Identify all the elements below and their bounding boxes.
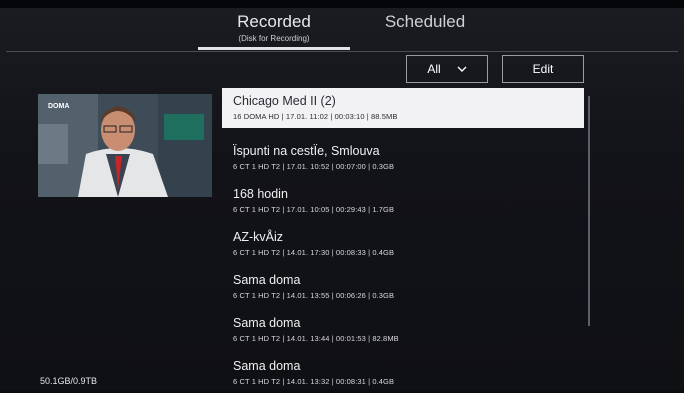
recording-title: AZ-kvÅiz (233, 230, 283, 244)
recording-details: 6 CT 1 HD T2 | 14.01. 13:55 | 00:06:26 |… (233, 291, 395, 300)
edit-button-label: Edit (532, 62, 554, 76)
recording-details: 6 CT 1 HD T2 | 17.01. 10:05 | 00:29:43 |… (233, 205, 395, 214)
recording-title: 168 hodin (233, 187, 288, 201)
tab-recorded[interactable]: Recorded (Disk for Recording) (212, 12, 336, 43)
recording-title: Sama doma (233, 273, 301, 287)
recordings-screen: Recorded (Disk for Recording) Scheduled … (0, 8, 684, 390)
tv-bezel (0, 0, 684, 8)
filter-value: All (427, 62, 441, 76)
active-tab-indicator (198, 47, 350, 50)
recording-details: 6 CT 1 HD T2 | 14.01. 13:44 | 00:01:53 |… (233, 334, 399, 343)
tab-scheduled-label: Scheduled (384, 12, 466, 31)
storage-usage: 50.1GB/0.9TB (40, 376, 98, 386)
recording-item[interactable]: Sama doma 6 CT 1 HD T2 | 14.01. 13:44 | … (222, 310, 584, 350)
recording-details: 6 CT 1 HD T2 | 14.01. 13:32 | 00:08:31 |… (233, 377, 395, 386)
tab-recorded-sublabel: (Disk for Recording) (238, 34, 310, 43)
tab-bar: Recorded (Disk for Recording) Scheduled (0, 8, 684, 52)
header-divider (6, 51, 678, 52)
channel-logo: DOMA (48, 103, 69, 110)
recording-details: 6 CT 1 HD T2 | 14.01. 17:30 | 00:08:33 |… (233, 248, 395, 257)
recording-title: Chicago Med II (2) (233, 94, 336, 108)
edit-button[interactable]: Edit (502, 55, 584, 83)
list-scrollbar[interactable] (588, 96, 590, 326)
filter-dropdown[interactable]: All (406, 55, 488, 83)
recording-item[interactable]: Chicago Med II (2) 16 DOMA HD | 17.01. 1… (222, 88, 584, 128)
recording-item[interactable]: Sama doma 6 CT 1 HD T2 | 14.01. 13:32 | … (222, 353, 584, 393)
recording-item[interactable]: 168 hodin 6 CT 1 HD T2 | 17.01. 10:05 | … (222, 181, 584, 221)
chevron-down-icon (457, 66, 467, 72)
recordings-list: Chicago Med II (2) 16 DOMA HD | 17.01. 1… (222, 88, 584, 388)
recording-details: 6 CT 1 HD T2 | 17.01. 10:52 | 00:07:00 |… (233, 162, 395, 171)
recording-title: Ïspunti na cestÏe, Smlouva (233, 144, 380, 158)
preview-thumbnail: DOMA (38, 94, 212, 197)
recording-item[interactable]: Sama doma 6 CT 1 HD T2 | 14.01. 13:55 | … (222, 267, 584, 307)
recording-item[interactable]: Ïspunti na cestÏe, Smlouva 6 CT 1 HD T2 … (222, 138, 584, 178)
recording-title: Sama doma (233, 316, 301, 330)
recording-title: Sama doma (233, 359, 301, 373)
recording-item[interactable]: AZ-kvÅiz 6 CT 1 HD T2 | 14.01. 17:30 | 0… (222, 224, 584, 264)
recording-details: 16 DOMA HD | 17.01. 11:02 | 00:03:10 | 8… (233, 112, 398, 121)
tab-recorded-label: Recorded (237, 12, 311, 31)
preview-image: DOMA (38, 94, 212, 197)
tab-scheduled[interactable]: Scheduled (360, 12, 490, 32)
